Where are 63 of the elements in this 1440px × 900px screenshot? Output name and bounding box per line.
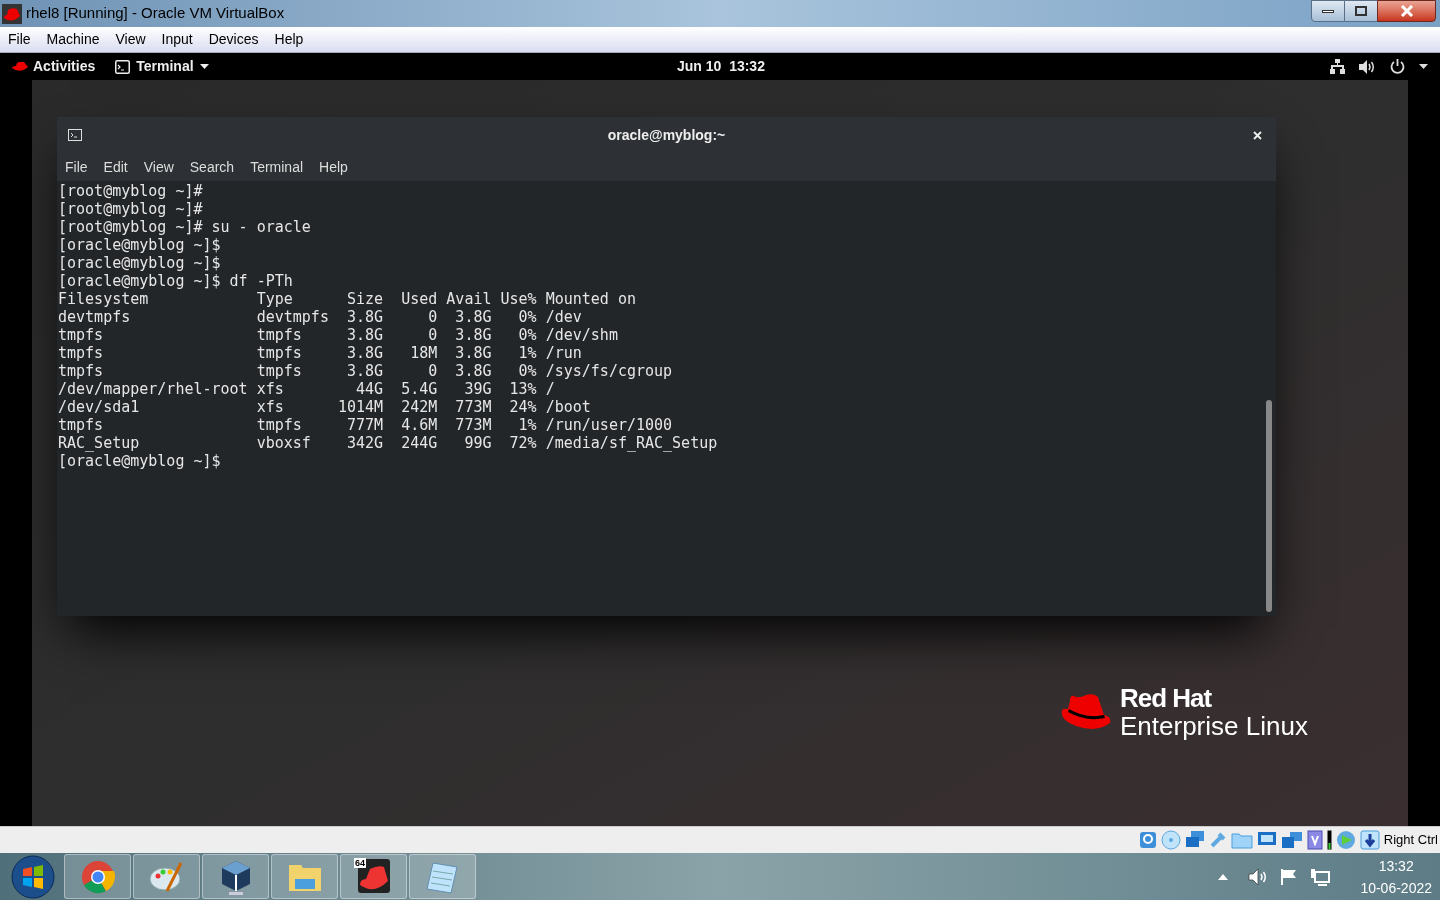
terminal-line: RAC_Setup vboxsf 342G 244G 99G 72% /media/sf_RAC_Setup (58, 434, 718, 452)
terminal-icon (115, 59, 131, 74)
menu-item[interactable]: View (143, 156, 174, 178)
host-key-label: Right Ctrl (1383, 831, 1438, 850)
terminal-line: [oracle@myblog ~]$ (58, 254, 221, 272)
terminal-line: [oracle@myblog ~]$ df -PTh (58, 272, 293, 290)
menu-item[interactable]: Help (274, 29, 304, 50)
terminal-line: [root@myblog ~]# (58, 200, 203, 218)
taskbar-app-button[interactable]: 64 (340, 854, 407, 899)
hat-logo-icon (1060, 693, 1112, 731)
windows-icon[interactable] (1280, 831, 1303, 849)
terminal-line: Filesystem Type Size Used Avail Use% Mounted on (58, 290, 636, 308)
menu-item[interactable]: Help (319, 156, 348, 178)
app-menu[interactable]: Terminal (115, 56, 209, 77)
taskbar-date[interactable]: 10-06-2022 (1360, 876, 1432, 899)
chip-icon[interactable] (1306, 830, 1323, 850)
maximize-button[interactable] (1345, 0, 1377, 22)
menu-item[interactable]: Devices (208, 29, 259, 50)
clock[interactable]: Jun 10 13:32 (677, 56, 765, 77)
logo-subtitle: Enterprise Linux (1120, 712, 1308, 740)
terminal-line: [oracle@myblog ~]$ (58, 236, 221, 254)
menu-item[interactable]: File (8, 29, 31, 50)
terminal-line: tmpfs tmpfs 3.8G 18M 3.8G 1% /run (58, 344, 582, 362)
caret-icon[interactable] (1419, 64, 1428, 69)
terminal-line: tmpfs tmpfs 3.8G 0 3.8G 0% /dev/shm (58, 326, 618, 344)
minimize-button[interactable] (1311, 0, 1345, 22)
menu-item[interactable]: Terminal (250, 156, 304, 178)
power-icon[interactable] (1390, 59, 1405, 74)
start-button[interactable] (10, 853, 56, 900)
terminal-line: tmpfs tmpfs 777M 4.6M 773M 1% /run/user/1000 (58, 416, 673, 434)
terminal-line: /dev/mapper/rhel-root xfs 44G 5.4G 39G 13% / (58, 380, 555, 398)
hat-icon (2, 3, 22, 24)
terminal-line: [oracle@myblog ~]$ (58, 452, 221, 470)
menu-item[interactable]: Machine (46, 29, 100, 50)
caret-icon (199, 64, 209, 69)
hat-icon (12, 61, 28, 72)
close-icon[interactable] (1253, 130, 1262, 140)
taskbar-time[interactable]: 13:32 (1378, 854, 1414, 877)
flag-icon[interactable] (1280, 867, 1299, 886)
volume-icon[interactable] (1359, 59, 1376, 74)
download-icon[interactable] (1359, 830, 1380, 850)
level-meter-icon (1326, 830, 1332, 850)
terminal-line: tmpfs tmpfs 3.8G 0 3.8G 0% /sys/fs/cgroup (58, 362, 673, 380)
logo-title: Red Hat (1120, 684, 1213, 712)
terminal-line: [root@myblog ~]# (58, 182, 203, 200)
volume-icon[interactable] (1248, 867, 1269, 886)
menu-item[interactable]: File (65, 156, 88, 178)
terminal-line: [root@myblog ~]# su - oracle (58, 218, 311, 236)
menu-item[interactable]: View (115, 29, 146, 50)
menu-item[interactable]: Edit (103, 156, 128, 178)
close-button[interactable] (1377, 0, 1436, 22)
scrollbar-thumb[interactable] (1266, 400, 1272, 612)
window-title: rhel8 [Running] - Oracle VM VirtualBox (26, 3, 285, 24)
taskbar-app-button[interactable] (202, 854, 269, 899)
activities-button[interactable]: Activities (33, 56, 96, 77)
menu-item[interactable]: Search (189, 156, 235, 178)
menu-item[interactable]: Input (161, 29, 193, 50)
terminal-icon[interactable] (68, 129, 82, 141)
terminal-line: devtmpfs devtmpfs 3.8G 0 3.8G 0% /dev (58, 308, 582, 326)
close-icon (1399, 5, 1414, 17)
terminal-title: oracle@myblog:~ (607, 125, 726, 145)
terminal-line: /dev/sda1 xfs 1014M 242M 773M 24% /boot (58, 398, 591, 416)
badge-label: 64 (354, 858, 366, 868)
